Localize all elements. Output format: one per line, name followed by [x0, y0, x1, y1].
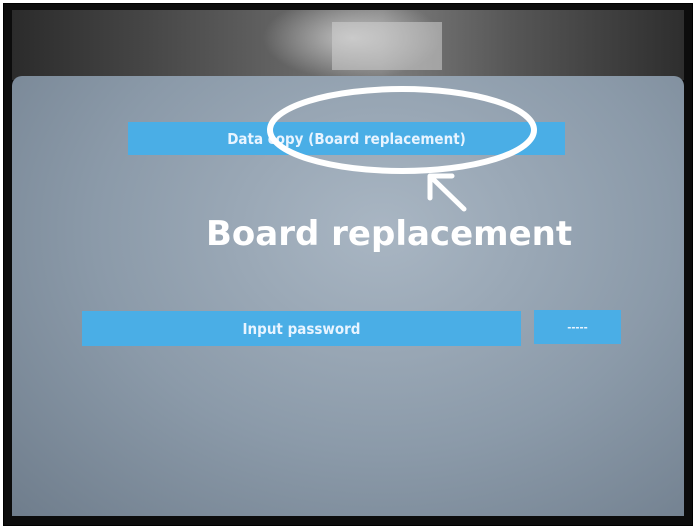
highlight-ellipse	[267, 86, 537, 174]
arrow-icon	[427, 173, 467, 212]
annotation-overlay	[267, 86, 537, 212]
callout-label: Board replacement	[206, 214, 573, 254]
background-wall	[12, 10, 684, 80]
tv-screen: Data copy (Board replacement) Input pass…	[12, 76, 684, 516]
wall-poster	[332, 22, 442, 70]
photo-frame: Data copy (Board replacement) Input pass…	[3, 3, 693, 526]
